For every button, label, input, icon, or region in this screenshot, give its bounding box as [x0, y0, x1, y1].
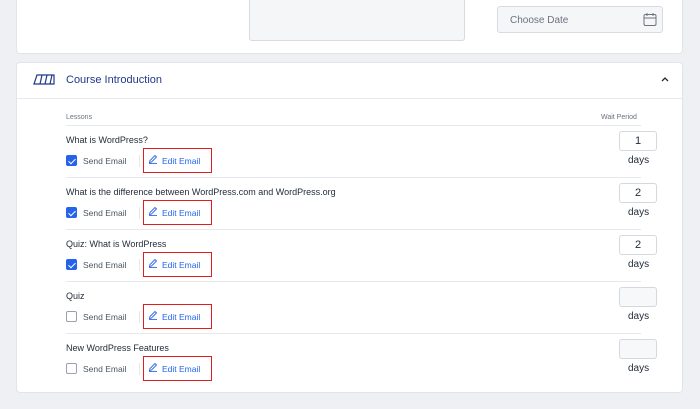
lesson-title: Quiz: [66, 291, 85, 301]
pencil-icon: [148, 310, 158, 320]
description-textarea[interactable]: [249, 0, 465, 41]
course-header[interactable]: Course Introduction: [17, 63, 682, 99]
edit-email-label: Edit Email: [162, 260, 201, 270]
edit-email-link[interactable]: Edit Email: [143, 200, 212, 225]
lessons-list: What is WordPress? Send Email Edit Email…: [66, 125, 657, 385]
days-label: days: [628, 155, 650, 166]
divider: [139, 311, 140, 323]
course-title: Course Introduction: [66, 74, 162, 86]
calendar-icon[interactable]: [643, 12, 657, 27]
lesson-row: Quiz Send Email Edit Email days: [66, 281, 657, 333]
pencil-icon: [148, 258, 158, 268]
send-email-checkbox[interactable]: [66, 155, 77, 166]
wait-period-input[interactable]: [619, 287, 657, 307]
wait-period-column-header: Wait Period: [601, 114, 637, 121]
date-placeholder: Choose Date: [510, 15, 569, 26]
course-icon: [33, 74, 55, 85]
send-email-checkbox[interactable]: [66, 363, 77, 374]
send-email-label: Send Email: [83, 156, 127, 166]
days-label: days: [628, 311, 650, 322]
edit-email-label: Edit Email: [162, 208, 201, 218]
lesson-row: Quiz: What is WordPress Send Email Edit …: [66, 229, 657, 281]
wait-period-input[interactable]: [619, 339, 657, 359]
lesson-row: What is the difference between WordPress…: [66, 177, 657, 229]
send-email-label: Send Email: [83, 208, 127, 218]
pencil-icon: [148, 206, 158, 216]
edit-email-link[interactable]: Edit Email: [143, 148, 212, 173]
edit-email-label: Edit Email: [162, 312, 201, 322]
divider: [139, 259, 140, 271]
wait-period-input[interactable]: 2: [619, 235, 657, 255]
top-card: Choose Date: [16, 0, 683, 54]
course-card: Course Introduction Lessons Wait Period …: [16, 62, 683, 393]
wait-period-input[interactable]: 2: [619, 183, 657, 203]
lesson-row: New WordPress Features Send Email Edit E…: [66, 333, 657, 385]
send-email-label: Send Email: [83, 312, 127, 322]
days-label: days: [628, 207, 650, 218]
send-email-label: Send Email: [83, 364, 127, 374]
edit-email-label: Edit Email: [162, 364, 201, 374]
chevron-up-icon[interactable]: [660, 75, 670, 83]
lesson-title: What is WordPress?: [66, 135, 148, 145]
divider: [139, 363, 140, 375]
lesson-row: What is WordPress? Send Email Edit Email…: [66, 125, 657, 177]
divider: [139, 155, 140, 167]
pencil-icon: [148, 154, 158, 164]
send-email-label: Send Email: [83, 260, 127, 270]
send-email-checkbox[interactable]: [66, 207, 77, 218]
days-label: days: [628, 363, 650, 374]
send-email-checkbox[interactable]: [66, 259, 77, 270]
edit-email-link[interactable]: Edit Email: [143, 304, 212, 329]
divider: [139, 207, 140, 219]
lesson-title: New WordPress Features: [66, 343, 169, 353]
pencil-icon: [148, 362, 158, 372]
edit-email-label: Edit Email: [162, 156, 201, 166]
wait-period-input[interactable]: 1: [619, 131, 657, 151]
days-label: days: [628, 259, 650, 270]
lesson-title: What is the difference between WordPress…: [66, 187, 336, 197]
date-input[interactable]: Choose Date: [497, 6, 663, 33]
edit-email-link[interactable]: Edit Email: [143, 252, 212, 277]
lessons-column-header: Lessons: [66, 114, 93, 121]
lesson-title: Quiz: What is WordPress: [66, 239, 167, 249]
send-email-checkbox[interactable]: [66, 311, 77, 322]
edit-email-link[interactable]: Edit Email: [143, 356, 212, 381]
